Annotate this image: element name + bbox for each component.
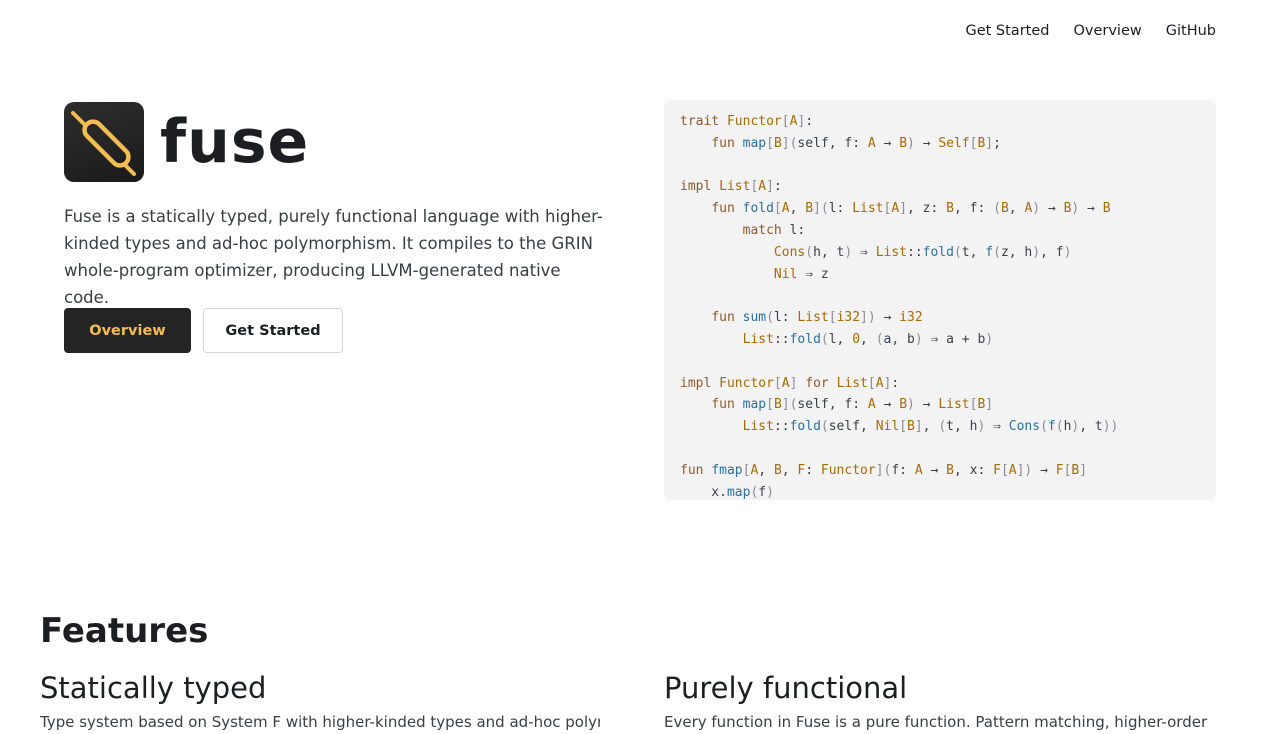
code-line: Nil ⇒ z [773,266,829,282]
code-line: fun map[B](self, f: A → B) → Self[B]; [711,135,1001,151]
feature-title-statically-typed: Statically typed [40,671,267,705]
code-line: impl Functor[A] for List[A]: [680,375,900,391]
fuse-logo-icon [64,102,144,182]
code-line: x.map(f) [680,484,774,500]
hero-actions: Overview Get Started [64,308,343,353]
get-started-button[interactable]: Get Started [203,308,343,353]
code-line: List::fold(l, 0, (a, b) ⇒ a + b) [742,331,994,347]
code-line: fun sum(l: List[i32]) → i32 [711,310,923,326]
nav-github-link[interactable]: GitHub [1166,21,1216,41]
code-line: fun fold[A, B](l: List[A], z: B, f: (B, … [711,201,1111,217]
code-sample-text: trait Functor[A]: fun map[B](self, f: A … [680,111,1200,500]
overview-button[interactable]: Overview [64,308,191,353]
top-nav: Get Started Overview GitHub [965,21,1216,41]
hero-description: Fuse is a statically typed, purely funct… [64,207,603,307]
nav-overview-link[interactable]: Overview [1073,21,1141,41]
code-line: fun map[B](self, f: A → B) → List[B] [711,397,994,413]
hero-brand: fuse [64,102,309,182]
code-line: match l: [742,222,806,238]
code-line: trait Functor[A]: [680,114,814,129]
feature-text-statically-typed: Type system based on System F with highe… [40,713,600,731]
feature-text-purely-functional: Every function in Fuse is a pure functio… [664,713,1208,731]
code-line: Cons(h, t) ⇒ List::fold(t, f(z, h), f) [773,244,1072,260]
code-line: List::fold(self, Nil[B], (t, h) ⇒ Cons(f… [742,419,1119,435]
features-heading: Features [40,611,209,651]
code-line: fun fmap[A, B, F: Functor](f: A → B, x: … [680,462,1088,478]
nav-get-started-link[interactable]: Get Started [965,21,1049,41]
feature-title-purely-functional: Purely functional [664,671,908,705]
brand-wordmark: fuse [160,107,310,177]
code-sample: trait Functor[A]: fun map[B](self, f: A … [664,100,1216,500]
code-line: impl List[A]: [680,179,782,195]
